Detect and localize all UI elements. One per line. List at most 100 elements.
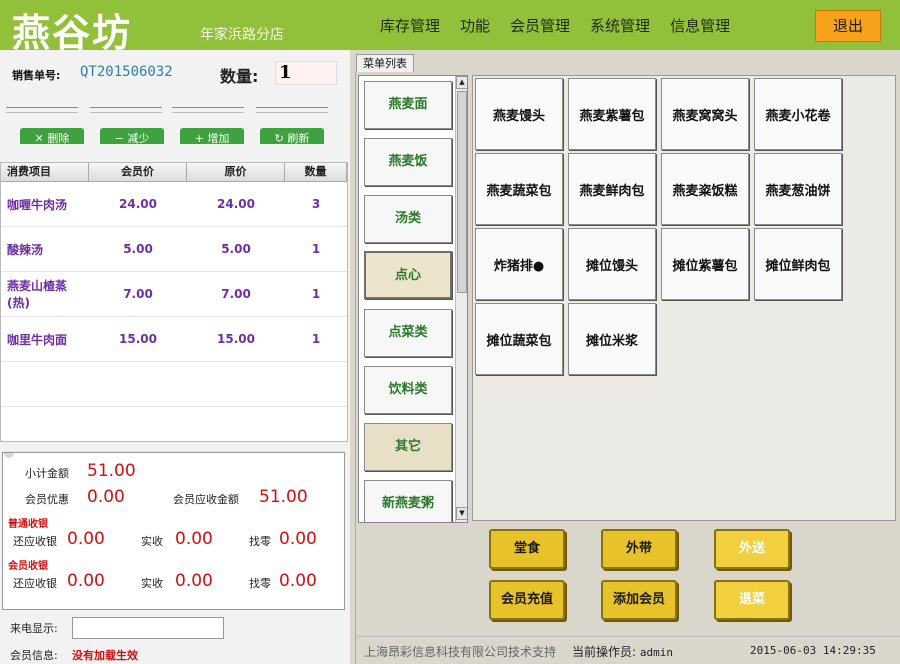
table-header: 消费项目 会员价 原价 数量 xyxy=(1,163,347,182)
category-button[interactable]: 燕麦饭 xyxy=(364,138,452,186)
category-button[interactable]: 燕麦面 xyxy=(364,81,452,129)
caller-id-label: 来电显示: xyxy=(10,622,58,635)
menu-item[interactable]: 摊位米浆 xyxy=(568,303,656,375)
scroll-down-icon[interactable]: ▼ xyxy=(456,507,467,520)
member-recharge-button[interactable]: 会员充值 xyxy=(489,580,565,620)
current-datetime: 2015-06-03 14:29:35 xyxy=(750,644,876,657)
item-price: 24.00 xyxy=(217,197,255,211)
divider xyxy=(6,107,78,108)
store-name: 年家浜路分店 xyxy=(200,27,284,43)
tab-menu-list[interactable]: 菜单列表 xyxy=(356,54,414,72)
regular-change-value: 0.00 xyxy=(279,529,317,549)
item-member-price: 24.00 xyxy=(119,197,157,211)
table-row[interactable]: 酸辣汤 5.00 5.00 1 xyxy=(1,227,347,272)
order-panel: 销售单号: QT201506032 数量: 1 ✕ 删除 − 减少 + 增加 ↻… xyxy=(0,50,350,664)
item-member-price: 15.00 xyxy=(119,332,157,346)
quantity-input[interactable]: 1 xyxy=(275,61,337,85)
item-qty: 1 xyxy=(311,242,321,256)
member-due-value: 51.00 xyxy=(259,487,308,507)
return-dish-button[interactable]: 退菜 xyxy=(714,580,790,620)
order-number: QT201506032 xyxy=(80,64,173,80)
subtotal-label: 小计金额 xyxy=(25,467,69,480)
empty-row xyxy=(1,362,347,407)
member-due-remaining-value: 0.00 xyxy=(67,571,105,591)
member-change-value: 0.00 xyxy=(279,571,317,591)
delete-button[interactable]: ✕ 删除 xyxy=(20,128,84,144)
operator-label: 当前操作员: xyxy=(572,645,637,659)
member-discount-value: 0.00 xyxy=(87,487,125,507)
scroll-up-icon[interactable]: ▲ xyxy=(456,76,467,89)
table-row[interactable]: 燕麦山楂蒸(热) 7.00 7.00 1 xyxy=(1,272,347,317)
column-qty: 数量 xyxy=(285,163,347,181)
column-member-price: 会员价 xyxy=(89,163,187,181)
delivery-button[interactable]: 外送 xyxy=(714,529,790,569)
takeaway-button[interactable]: 外带 xyxy=(601,529,677,569)
top-bar: 燕谷坊 年家浜路分店 库存管理 功能 会员管理 系统管理 信息管理 退出 xyxy=(0,0,900,55)
menu-item[interactable]: 燕麦葱油饼 xyxy=(754,153,842,225)
menu-item[interactable]: 燕麦紫薯包 xyxy=(568,78,656,150)
item-name: 咖里牛肉面 xyxy=(7,332,68,347)
add-member-button[interactable]: 添加会员 xyxy=(601,580,677,620)
item-qty: 1 xyxy=(311,287,321,301)
member-discount-label: 会员优惠 xyxy=(25,493,69,506)
item-name: 燕麦山楂蒸(热) xyxy=(7,279,68,310)
main-nav: 库存管理 功能 会员管理 系统管理 信息管理 xyxy=(380,15,730,36)
operator-name: admin xyxy=(639,646,673,659)
exit-button[interactable]: 退出 xyxy=(815,10,881,42)
increase-button[interactable]: + 增加 xyxy=(180,128,244,144)
regular-paid-label: 实收 xyxy=(141,535,163,548)
nav-system[interactable]: 系统管理 xyxy=(590,15,650,36)
item-qty: 1 xyxy=(311,332,321,346)
menu-item[interactable]: 摊位紫薯包 xyxy=(661,228,749,300)
category-button[interactable]: 点菜类 xyxy=(364,309,452,357)
scroll-thumb[interactable] xyxy=(457,91,467,293)
refresh-button[interactable]: ↻ 刷新 xyxy=(260,128,324,144)
regular-paid-value[interactable]: 0.00 xyxy=(175,529,213,549)
decrease-button[interactable]: − 减少 xyxy=(100,128,164,144)
menu-item[interactable]: 燕麦窝窝头 xyxy=(661,78,749,150)
regular-checkout-heading: 普通收银 xyxy=(8,519,48,530)
nav-info[interactable]: 信息管理 xyxy=(670,15,730,36)
member-checkout-heading: 会员收银 xyxy=(8,561,48,572)
category-button[interactable]: 其它 xyxy=(364,423,452,471)
member-info-label: 会员信息: xyxy=(10,649,58,662)
regular-due-value: 0.00 xyxy=(67,529,105,549)
empty-row xyxy=(1,407,347,452)
quantity-label: 数量: xyxy=(220,67,259,86)
table-row[interactable]: 咖喱牛肉汤 24.00 24.00 3 xyxy=(1,182,347,227)
nav-functions[interactable]: 功能 xyxy=(460,15,490,36)
divider xyxy=(256,112,328,113)
divider xyxy=(90,112,162,113)
category-scrollbar[interactable]: ▲ ▼ xyxy=(455,76,467,522)
member-paid-value[interactable]: 0.00 xyxy=(175,571,213,591)
menu-item[interactable]: 炸猪排● xyxy=(475,228,563,300)
member-change-label: 找零 xyxy=(249,577,271,590)
category-list: 燕麦面 燕麦饭 汤类 点心 点菜类 饮料类 其它 新燕麦粥 ▲ ▼ xyxy=(358,75,468,523)
menu-item[interactable]: 摊位鲜肉包 xyxy=(754,228,842,300)
menu-item[interactable]: 燕麦鲜肉包 xyxy=(568,153,656,225)
menu-item[interactable]: 燕麦蔬菜包 xyxy=(475,153,563,225)
menu-item[interactable]: 燕麦小花卷 xyxy=(754,78,842,150)
menu-item[interactable]: 燕麦粢饭糕 xyxy=(661,153,749,225)
category-button[interactable]: 饮料类 xyxy=(364,366,452,414)
support-company: 上海昂彩信息科技有限公司技术支持 xyxy=(364,645,557,659)
regular-change-label: 找零 xyxy=(249,535,271,548)
item-member-price: 5.00 xyxy=(123,242,153,256)
item-price: 7.00 xyxy=(221,287,251,301)
nav-members[interactable]: 会员管理 xyxy=(510,15,570,36)
nav-inventory[interactable]: 库存管理 xyxy=(380,15,440,36)
dine-in-button[interactable]: 堂食 xyxy=(489,529,565,569)
brand-logo: 燕谷坊 xyxy=(12,10,133,55)
menu-item[interactable]: 摊位蔬菜包 xyxy=(475,303,563,375)
menu-item[interactable]: 摊位馒头 xyxy=(568,228,656,300)
category-button-selected[interactable]: 点心 xyxy=(364,251,452,299)
order-items-table: 消费项目 会员价 原价 数量 咖喱牛肉汤 24.00 24.00 3 酸辣汤 5… xyxy=(0,162,348,452)
plus-icon: + xyxy=(194,132,208,144)
category-button[interactable]: 新燕麦粥 xyxy=(364,480,452,522)
divider xyxy=(6,112,78,113)
table-row[interactable]: 咖里牛肉面 15.00 15.00 1 xyxy=(1,317,347,362)
regular-due-label: 还应收银 xyxy=(13,535,57,548)
caller-id-field[interactable] xyxy=(72,617,224,639)
menu-item[interactable]: 燕麦馒头 xyxy=(475,78,563,150)
category-button[interactable]: 汤类 xyxy=(364,195,452,243)
